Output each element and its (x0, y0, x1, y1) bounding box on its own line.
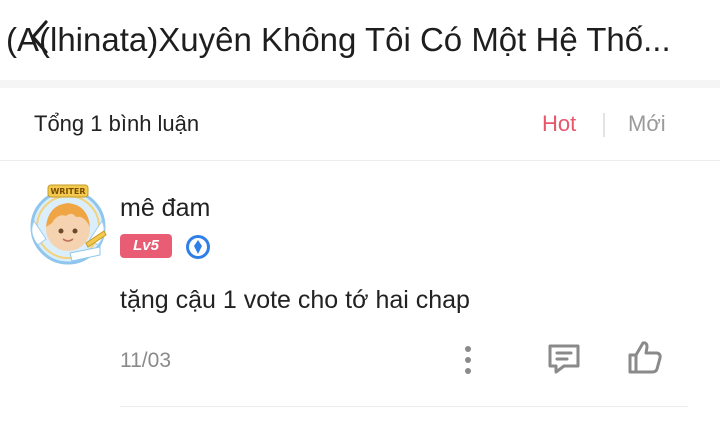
comment-divider (120, 406, 688, 407)
avatar-badge-text: WRITER (50, 187, 86, 196)
section-divider (0, 80, 720, 88)
sort-separator (603, 113, 605, 137)
comment-username[interactable]: mê đam (120, 193, 210, 223)
sort-hot-tab[interactable]: Hot (542, 110, 576, 138)
comment-date: 11/03 (120, 349, 171, 372)
reply-icon[interactable] (546, 342, 582, 374)
comment-text: tặng cậu 1 vote cho tớ hai chap (120, 286, 470, 314)
like-icon[interactable] (626, 338, 664, 376)
comments-summary-bar: Tổng 1 bình luận Hot Mới (0, 88, 720, 161)
diamond-badge-icon (186, 235, 210, 259)
sort-new-tab[interactable]: Mới (628, 110, 666, 138)
level-badge: Lv5 (120, 234, 172, 258)
comment-item: WRITER mê đam Lv5 tặng cậu 1 vote cho tớ… (0, 161, 720, 447)
page-title: (A(lhinata)Xuyên Không Tôi Có Một Hệ Thố… (6, 21, 671, 58)
comment-count: Tổng 1 bình luận (34, 111, 200, 136)
top-bar: (A(lhinata)Xuyên Không Tôi Có Một Hệ Thố… (0, 0, 720, 81)
more-options-icon[interactable] (458, 344, 478, 376)
